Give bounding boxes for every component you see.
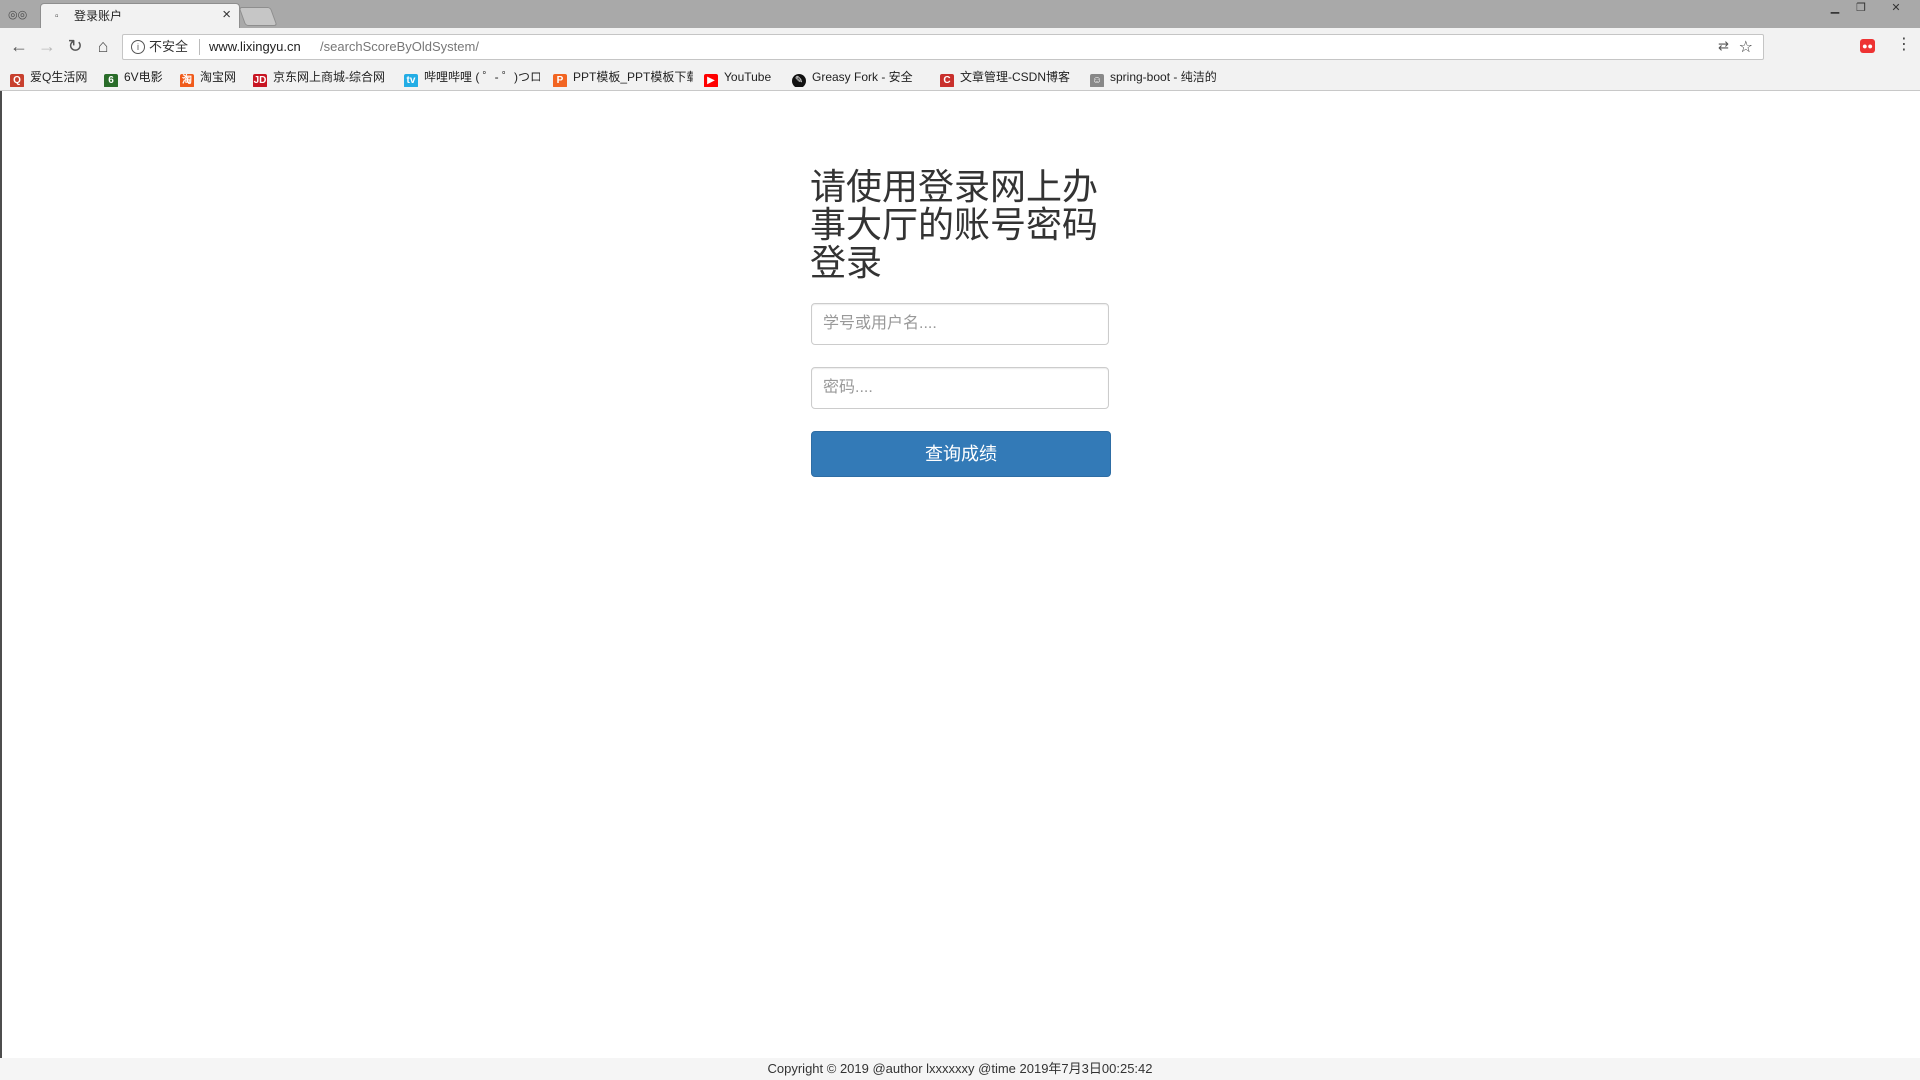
bookmark-item[interactable]: tv 哔哩哔哩 ( ゜- ゜)つロ (404, 67, 540, 87)
bookmark-item[interactable]: ☺ spring-boot - 纯洁的 (1090, 67, 1226, 87)
csdn-icon: C (940, 74, 954, 87)
ppt-icon: P (553, 74, 567, 87)
forward-arrow-icon[interactable]: → (36, 36, 58, 58)
url-path[interactable]: /searchScoreByOldSystem/ (320, 39, 479, 55)
translate-icon[interactable]: ⇄ (1718, 38, 1729, 54)
window-close-button[interactable]: ✕ (1876, 0, 1916, 18)
footer-copyright: Copyright © 2019 @author lxxxxxxy @time … (0, 1058, 1920, 1080)
bookmark-item[interactable]: Q 爱Q生活网 (10, 67, 96, 87)
window-minimize-button[interactable]: ▁ (1822, 0, 1848, 18)
extension-icon[interactable]: ●● (1860, 39, 1875, 53)
bookmark-label: 文章管理-CSDN博客 (960, 70, 1070, 84)
title-bar: ◎◎ ▫ 登录账户 × ▁ ❐ ✕ (0, 0, 1920, 29)
security-label[interactable]: 不安全 (149, 39, 188, 55)
springboot-icon: ☺ (1090, 74, 1104, 87)
bookmark-label: 6V电影 (124, 70, 163, 84)
bookmark-label: PPT模板_PPT模板下载 (573, 70, 693, 84)
bookmark-item[interactable]: 淘淘宝网 (180, 67, 244, 87)
bookmark-item[interactable]: ▶ YouTube (704, 67, 784, 87)
bookmark-label: 京东网上商城-综合网 (273, 70, 385, 84)
tab-title: 登录账户 (74, 9, 123, 23)
reload-icon[interactable]: ↻ (64, 36, 86, 58)
bookmark-star-icon[interactable]: ☆ (1739, 37, 1753, 57)
bookmark-item[interactable]: 6 6V电影 (104, 67, 174, 87)
bookmark-item[interactable]: C 文章管理-CSDN博客 (940, 67, 1080, 87)
password-input[interactable] (811, 367, 1109, 409)
browser-tab-active[interactable]: ▫ 登录账户 × (40, 3, 240, 29)
back-arrow-icon[interactable]: ← (8, 36, 30, 58)
address-bar[interactable]: i 不安全 www.lixingyu.cn /searchScoreByOldS… (122, 34, 1764, 60)
6v-icon: 6 (104, 74, 118, 87)
tab-favicon-icon: ▫ (55, 11, 59, 22)
aiq-icon: Q (10, 74, 24, 87)
bookmark-label: spring-boot - 纯洁的 (1110, 70, 1217, 84)
login-heading: 请使用登录网上办事大厅的账号密码登录 (810, 166, 1099, 283)
youtube-icon: ▶ (704, 74, 718, 87)
query-score-button[interactable]: 查询成绩 (811, 431, 1111, 477)
bookmark-label: 淘宝网 (200, 70, 237, 84)
info-icon[interactable]: i (131, 40, 145, 54)
username-input[interactable] (811, 303, 1109, 345)
bookmark-label: YouTube (724, 70, 772, 84)
bookmark-label: 哔哩哔哩 ( ゜- ゜)つロ (424, 70, 540, 84)
address-separator (199, 39, 200, 55)
bookmark-item[interactable]: P PPT模板_PPT模板下载 (553, 67, 693, 87)
bookmarks-bar: Q 爱Q生活网 6 6V电影 淘淘宝网 JD 京东网上商城-综合网 tv 哔哩哔哩 ( … (0, 64, 1920, 91)
greasyfork-icon: ✎ (792, 74, 806, 87)
profile-icon[interactable]: ◎◎ (8, 8, 27, 22)
bilibili-icon: tv (404, 74, 418, 87)
url-domain[interactable]: www.lixingyu.cn (209, 39, 301, 55)
taobao-icon: 淘 (180, 74, 194, 87)
window-restore-button[interactable]: ❐ (1848, 0, 1874, 18)
bookmark-label: Greasy Fork - 安全 (812, 70, 913, 84)
home-icon[interactable]: ⌂ (92, 36, 114, 58)
bookmark-item[interactable]: JD 京东网上商城-综合网 (253, 67, 391, 87)
menu-kebab-icon[interactable]: ⋮ (1896, 36, 1912, 54)
tab-close-icon[interactable]: × (222, 7, 231, 23)
bookmark-item[interactable]: ✎ Greasy Fork - 安全 (792, 67, 922, 87)
bookmark-label: 爱Q生活网 (30, 70, 88, 84)
jd-icon: JD (253, 74, 267, 87)
new-tab-button[interactable] (238, 7, 278, 26)
